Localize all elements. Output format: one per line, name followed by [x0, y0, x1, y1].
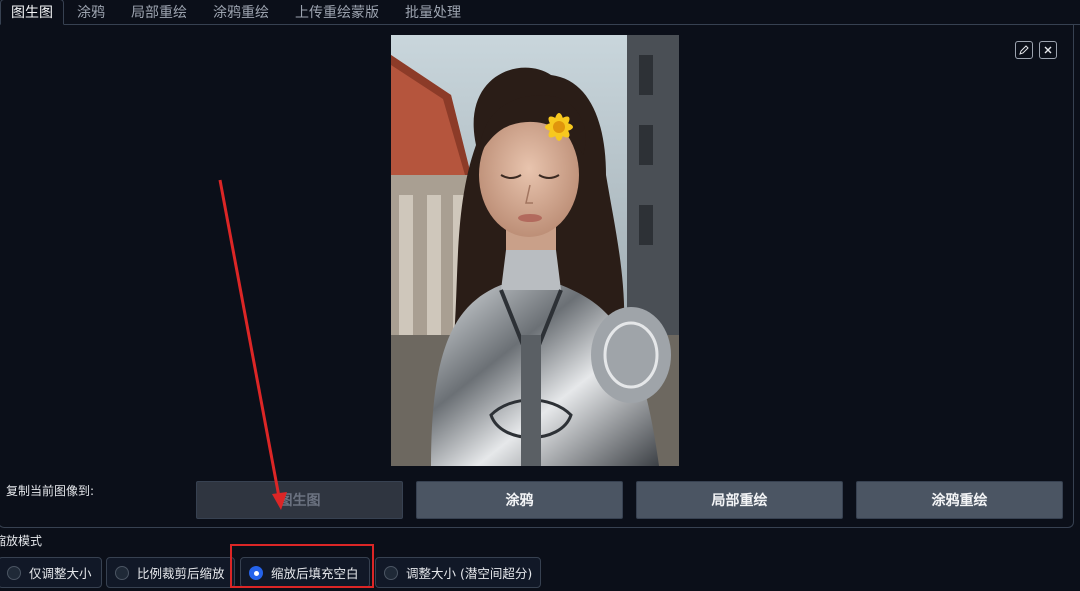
tab-inpaint-upload[interactable]: 上传重绘蒙版 [282, 0, 392, 24]
resize-option-latent-upscale[interactable]: 调整大小 (潜空间超分) [375, 557, 541, 588]
send-to-inpaint-sketch-button[interactable]: 涂鸦重绘 [856, 481, 1063, 519]
close-icon [1044, 46, 1052, 54]
radio-dot [115, 565, 129, 580]
tab-bar: 图生图 涂鸦 局部重绘 涂鸦重绘 上传重绘蒙版 批量处理 [0, 0, 1080, 25]
annotation-highlight-box [230, 544, 374, 588]
radio-dot [7, 565, 21, 580]
image-tools [1015, 41, 1057, 59]
edit-image-button[interactable] [1015, 41, 1033, 59]
tab-img2img[interactable]: 图生图 [0, 0, 64, 25]
radio-label: 比例裁剪后缩放 [137, 566, 225, 581]
radio-label: 仅调整大小 [29, 566, 92, 581]
tab-inpaint[interactable]: 局部重绘 [118, 0, 200, 24]
tab-inpaint-sketch[interactable]: 涂鸦重绘 [200, 0, 282, 24]
pencil-icon [1019, 45, 1029, 55]
resize-option-just-resize[interactable]: 仅调整大小 [0, 557, 102, 588]
tab-batch[interactable]: 批量处理 [392, 0, 474, 24]
send-to-img2img-button[interactable]: 图生图 [196, 481, 403, 519]
resize-mode-label: 缩放模式 [0, 534, 43, 548]
send-to-inpaint-button[interactable]: 局部重绘 [636, 481, 843, 519]
tab-sketch[interactable]: 涂鸦 [64, 0, 118, 24]
send-to-sketch-button[interactable]: 涂鸦 [416, 481, 623, 519]
clear-image-button[interactable] [1039, 41, 1057, 59]
radio-dot [384, 565, 398, 580]
source-image[interactable] [391, 35, 679, 466]
copy-to-label: 复制当前图像到: [6, 484, 95, 498]
portrait-image [391, 35, 679, 466]
resize-option-crop-and-resize[interactable]: 比例裁剪后缩放 [106, 557, 235, 588]
radio-label: 调整大小 (潜空间超分) [406, 566, 533, 581]
